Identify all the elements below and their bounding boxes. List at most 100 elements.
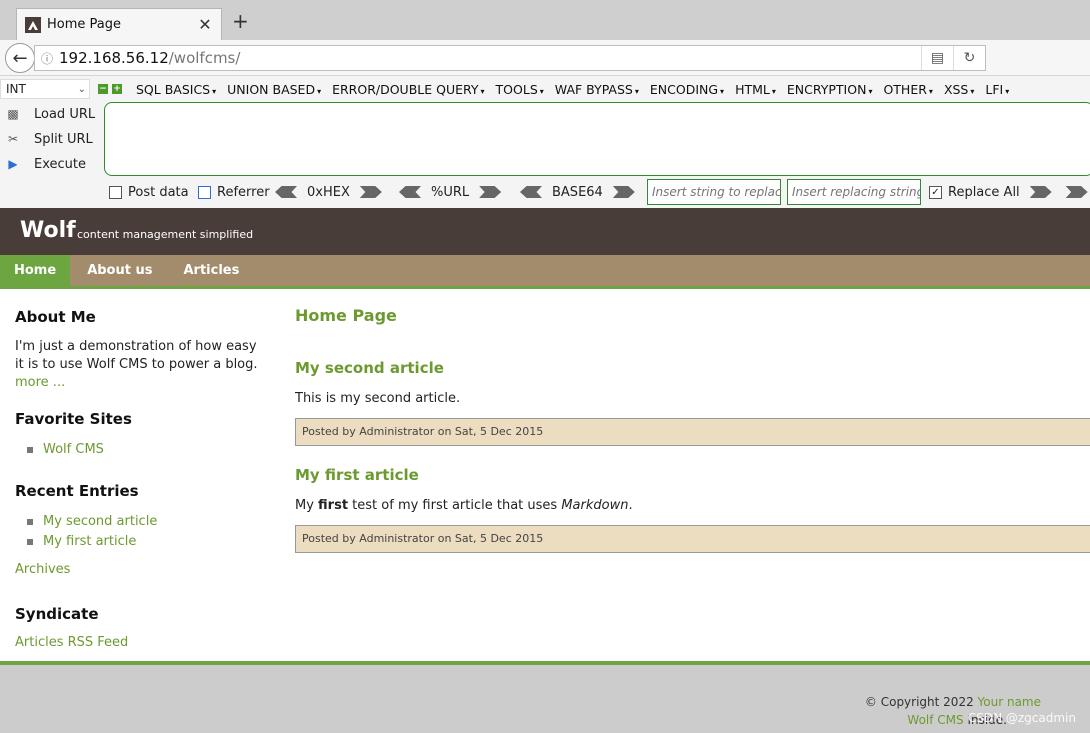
url-encode-group: %URL [399, 180, 502, 204]
hex-label: 0xHEX [307, 184, 350, 200]
web-page: Wolf content management simplified Home … [0, 208, 1090, 733]
load-url-button[interactable]: ▩ Load URL [4, 102, 95, 127]
menu-xss[interactable]: XSS [944, 82, 974, 97]
menu-encryption[interactable]: ENCRYPTION [787, 82, 873, 97]
minus-icon[interactable]: − [98, 84, 108, 94]
tab-strip: Home Page ✕ + [0, 0, 1090, 40]
recent-second-article-link[interactable]: My second article [43, 514, 157, 529]
hex-encode-arrow-icon[interactable] [359, 186, 382, 198]
base64-label: BASE64 [552, 184, 603, 200]
menu-union-based[interactable]: UNION BASED [227, 82, 321, 97]
referrer-checkbox[interactable]: Referrer [198, 180, 270, 204]
list-item: My first article [27, 532, 265, 552]
about-more-link[interactable]: more ... [15, 375, 65, 390]
replacing-string-input[interactable] [787, 179, 921, 205]
favorite-sites-heading: Favorite Sites [15, 410, 132, 428]
menu-sql-basics[interactable]: SQL BASICS [136, 82, 216, 97]
post-data-label: Post data [128, 184, 189, 200]
article-body-bold: first [318, 498, 349, 513]
url-bar[interactable]: ⓘ 192.168.56.12/wolfcms/ ▤ ↻ [34, 45, 986, 71]
menu-waf-bypass[interactable]: WAF BYPASS [555, 82, 639, 97]
load-url-icon: ▩ [7, 106, 19, 121]
rss-feed-link[interactable]: Articles RSS Feed [15, 635, 128, 650]
article-body-em: Markdown [561, 498, 629, 513]
nav-home[interactable]: Home [0, 255, 71, 286]
about-me-text: I'm just a demonstration of how easy it … [15, 338, 265, 392]
back-button[interactable]: ← [5, 43, 35, 73]
footer-copyright: © Copyright 2022 Your name [865, 695, 1041, 709]
post-data-checkbox[interactable]: Post data [109, 180, 189, 204]
split-url-button[interactable]: ✂ Split URL [4, 127, 95, 152]
execute-button[interactable]: ▶ Execute [4, 152, 95, 177]
close-tab-icon[interactable]: ✕ [195, 15, 215, 34]
scissors-icon: ✂ [7, 131, 19, 146]
site-logo[interactable]: Wolf [20, 218, 76, 243]
plus-icon[interactable]: + [112, 84, 122, 94]
new-tab-icon[interactable]: + [232, 11, 249, 31]
split-url-label: Split URL [34, 132, 93, 147]
hackbar: INT ⌄ − + SQL BASICS UNION BASED ERROR/D… [0, 76, 1090, 208]
article-meta: Posted by Administrator on Sat, 5 Dec 20… [295, 418, 1090, 446]
article-body-post: . [628, 498, 633, 513]
article-body: This is my second article. [295, 391, 461, 406]
site-footer: © Copyright 2022 Your name Wolf CMS Insi… [0, 661, 1090, 733]
wolf-cms-footer-link[interactable]: Wolf CMS [907, 713, 963, 727]
list-item: Wolf CMS [27, 440, 265, 460]
replace-arrow-icon[interactable] [1029, 186, 1052, 198]
play-icon: ▶ [8, 156, 18, 171]
info-icon[interactable]: ⓘ [35, 50, 59, 67]
back-arrow-icon: ← [12, 47, 28, 69]
navigation-bar: ← ⓘ 192.168.56.12/wolfcms/ ▤ ↻ ◆ ⚲ [0, 40, 1090, 111]
reload-icon[interactable]: ↻ [953, 46, 985, 70]
referrer-label: Referrer [217, 184, 270, 200]
tab-title: Home Page [47, 17, 121, 32]
site-tagline: content management simplified [77, 228, 254, 241]
hackbar-url-textarea[interactable] [104, 102, 1090, 176]
menu-encoding[interactable]: ENCODING [650, 82, 724, 97]
syndicate-heading: Syndicate [15, 605, 99, 623]
base64-encode-arrow-icon[interactable] [612, 186, 635, 198]
url-decode-arrow-icon[interactable] [399, 186, 421, 198]
replace-all-label: Replace All [948, 184, 1020, 200]
article-title[interactable]: My first article [295, 466, 1090, 484]
replace-all-checkbox[interactable]: ✓ Replace All [929, 180, 1088, 204]
site-header: Wolf content management simplified [0, 208, 1090, 255]
recent-first-article-link[interactable]: My first article [43, 534, 136, 549]
article-body-mid: test of my first article that uses [348, 498, 562, 513]
nav-about-us[interactable]: About us [73, 255, 166, 286]
recent-entries-heading: Recent Entries [15, 482, 139, 500]
replacing-string-wrap [787, 179, 921, 205]
replace-all-check-box[interactable]: ✓ [929, 185, 942, 199]
insert-string-input[interactable] [647, 179, 781, 205]
execute-label: Execute [34, 157, 86, 172]
post-data-check-box[interactable] [109, 185, 122, 199]
base64-decode-arrow-icon[interactable] [520, 186, 542, 198]
select-value: INT [6, 82, 26, 96]
hex-decode-arrow-icon[interactable] [275, 186, 297, 198]
article-body: My first test of my first article that u… [295, 498, 1090, 513]
tab-home-page[interactable]: Home Page ✕ [16, 8, 222, 40]
menu-html[interactable]: HTML [735, 82, 776, 97]
main-content: Home Page My second article This is my s… [295, 306, 1090, 553]
url-path: /wolfcms/ [168, 49, 241, 67]
about-me-body: I'm just a demonstration of how easy it … [15, 339, 258, 372]
wolf-cms-link[interactable]: Wolf CMS [43, 442, 104, 457]
nav-articles[interactable]: Articles [169, 255, 253, 286]
url-encode-arrow-icon[interactable] [479, 186, 502, 198]
list-item: My second article [27, 512, 265, 532]
replace-next-arrow-icon[interactable] [1065, 186, 1088, 198]
page-action-icon[interactable]: ▤ [921, 46, 953, 70]
article-title[interactable]: My second article [295, 359, 1090, 377]
menu-tools[interactable]: TOOLS [496, 82, 544, 97]
archives-link[interactable]: Archives [15, 562, 265, 577]
menu-lfi[interactable]: LFI [985, 82, 1009, 97]
menu-other[interactable]: OTHER [883, 82, 932, 97]
url-host: 192.168.56.12 [59, 49, 169, 67]
wolf-favicon-icon [25, 16, 41, 33]
hackbar-type-select[interactable]: INT ⌄ [0, 79, 90, 99]
copyright-text: © Copyright 2022 [864, 695, 978, 709]
menu-error-double-query[interactable]: ERROR/DOUBLE QUERY [332, 82, 484, 97]
chevron-down-icon: ⌄ [77, 83, 86, 95]
your-name-link[interactable]: Your name [978, 695, 1041, 709]
referrer-check-box[interactable] [198, 185, 211, 199]
